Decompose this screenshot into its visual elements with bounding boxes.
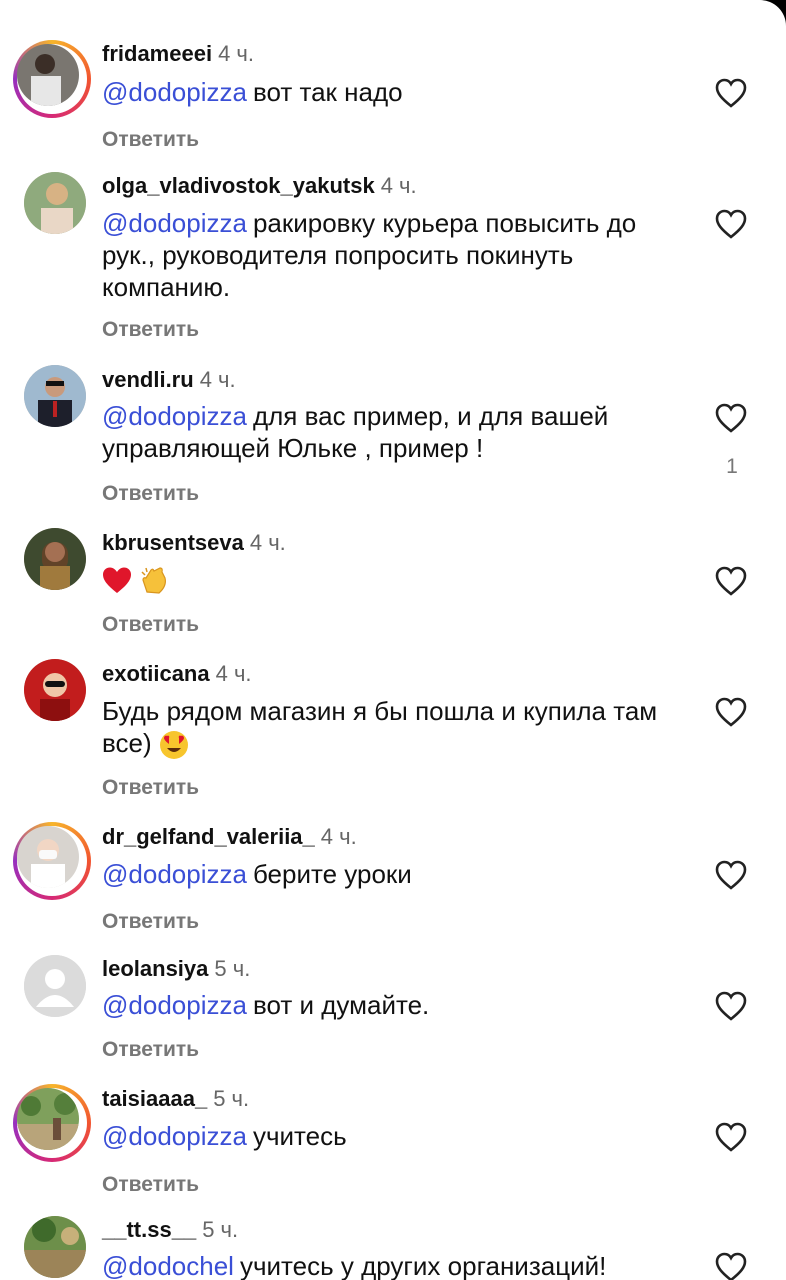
mention-link[interactable]: @dodopizza	[102, 1121, 247, 1151]
comment-text: @dodopizza берите уроки	[102, 859, 412, 889]
reply-button[interactable]: Ответить	[102, 128, 199, 152]
username[interactable]: leolansiya 5 ч.	[102, 956, 250, 982]
comment-text: @dodopizza вот и думайте.	[102, 990, 430, 1020]
timestamp: 4 ч.	[249, 530, 286, 555]
timestamp: 5 ч.	[213, 1086, 250, 1111]
avatar-photo	[17, 44, 79, 106]
username[interactable]: dr_gelfand_valeriia_ 4 ч.	[102, 824, 357, 850]
avatar-photo	[24, 528, 86, 590]
avatar[interactable]	[24, 1216, 86, 1278]
heart-icon[interactable]	[715, 403, 747, 433]
reply-button[interactable]: Ответить	[102, 1038, 199, 1062]
avatar[interactable]	[24, 659, 86, 721]
avatar[interactable]	[24, 955, 86, 1017]
timestamp: 5 ч.	[214, 956, 251, 981]
avatar[interactable]	[13, 40, 91, 118]
clapping-hands-emoji	[141, 567, 167, 594]
mention-link[interactable]: @dodopizza	[102, 77, 247, 107]
heart-icon[interactable]	[715, 860, 747, 890]
avatar-photo	[17, 826, 79, 888]
avatar-photo	[17, 1088, 79, 1150]
timestamp: 4 ч.	[199, 367, 236, 392]
heart-icon[interactable]	[715, 697, 747, 727]
comment-text: @dodopizza учитесь	[102, 1121, 347, 1151]
heart-icon[interactable]	[715, 1122, 747, 1152]
avatar[interactable]	[24, 528, 86, 590]
like-count: 1	[726, 455, 738, 478]
heart-icon[interactable]	[715, 78, 747, 108]
comment-text	[102, 563, 682, 596]
comment-text: Будь рядом магазин я бы пошла и купила т…	[102, 695, 662, 760]
username[interactable]: __tt.ss__ 5 ч.	[102, 1217, 238, 1243]
heart-icon[interactable]	[715, 1252, 747, 1280]
mention-link[interactable]: @dodopizza	[102, 990, 247, 1020]
reply-button[interactable]: Ответить	[102, 776, 199, 800]
comment-text: @dodopizza для вас пример, и для вашей уп…	[102, 401, 609, 463]
comments-sheet: fridameeei 4 ч. @dodopizza вот так надо От…	[0, 0, 786, 1280]
default-avatar-icon	[24, 955, 86, 1017]
reply-button[interactable]: Ответить	[102, 910, 199, 934]
avatar-photo	[24, 172, 86, 234]
heart-icon[interactable]	[715, 991, 747, 1021]
avatar[interactable]	[13, 1084, 91, 1162]
avatar[interactable]	[24, 172, 86, 234]
username[interactable]: exotiicana 4 ч.	[102, 661, 252, 687]
timestamp: 4 ч.	[215, 661, 252, 686]
avatar-photo	[24, 365, 86, 427]
heart-icon[interactable]	[715, 566, 747, 596]
avatar[interactable]	[24, 365, 86, 427]
red-heart-emoji	[103, 567, 131, 594]
username[interactable]: taisiaaaa_ 5 ч.	[102, 1086, 249, 1112]
heart-eyes-emoji	[159, 731, 188, 760]
username[interactable]: olga_vladivostok_yakutsk 4 ч.	[102, 173, 417, 199]
avatar-photo	[24, 659, 86, 721]
mention-link[interactable]: @dodochel	[102, 1251, 234, 1280]
comment-text: @dodopizza ракировку курьера повысить до …	[102, 208, 637, 302]
reply-button[interactable]: Ответить	[102, 482, 199, 506]
timestamp: 4 ч.	[380, 173, 417, 198]
username[interactable]: fridameeei 4 ч.	[102, 41, 254, 67]
mention-link[interactable]: @dodopizza	[102, 401, 247, 431]
timestamp: 5 ч.	[202, 1217, 239, 1242]
reply-button[interactable]: Ответить	[102, 613, 199, 637]
avatar-photo	[24, 1216, 86, 1278]
username[interactable]: kbrusentseva 4 ч.	[102, 530, 286, 556]
comment-text: @dodochel учитесь у других организаций!	[102, 1251, 607, 1280]
timestamp: 4 ч.	[218, 41, 254, 66]
heart-icon[interactable]	[715, 209, 747, 239]
avatar[interactable]	[13, 822, 91, 900]
mention-link[interactable]: @dodopizza	[102, 859, 247, 889]
mention-link[interactable]: @dodopizza	[102, 208, 247, 238]
username[interactable]: vendli.ru 4 ч.	[102, 367, 236, 393]
comment-text: @dodopizza вот так надо	[102, 77, 403, 107]
timestamp: 4 ч.	[320, 824, 357, 849]
reply-button[interactable]: Ответить	[102, 318, 199, 342]
reply-button[interactable]: Ответить	[102, 1173, 199, 1197]
